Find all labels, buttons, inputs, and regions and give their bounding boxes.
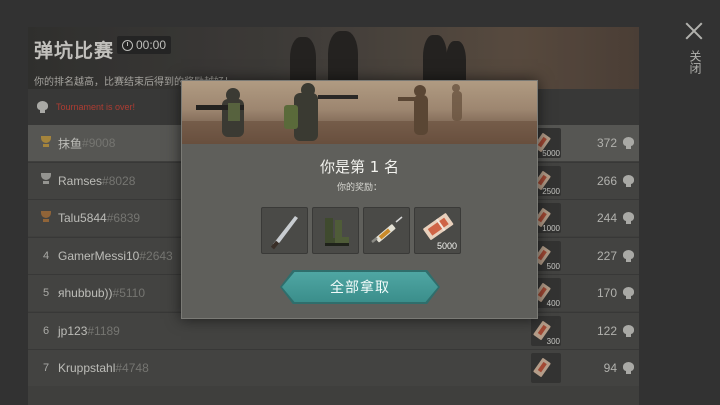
reward-dialog: 你是第 1 名 你的奖励： 5000 全部拿取 [181, 80, 538, 319]
survivors-vs-zombies-illustration [182, 83, 537, 144]
machete-icon [270, 216, 298, 250]
claim-all-button[interactable]: 全部拿取 [282, 272, 438, 302]
reward-slot-syringe[interactable] [363, 207, 410, 254]
reward-slot-boots[interactable] [312, 207, 359, 254]
dialog-subtitle: 你的奖励： [336, 183, 382, 193]
dialog-title: 你是第 1 名 [319, 158, 400, 176]
boots-icon [325, 218, 349, 246]
syringe-icon [371, 216, 403, 243]
reward-slot-machete[interactable] [261, 207, 308, 254]
dialog-artwork [182, 81, 537, 144]
reward-slot-coupon[interactable]: 5000 [414, 207, 461, 254]
reward-amount: 5000 [436, 241, 457, 251]
